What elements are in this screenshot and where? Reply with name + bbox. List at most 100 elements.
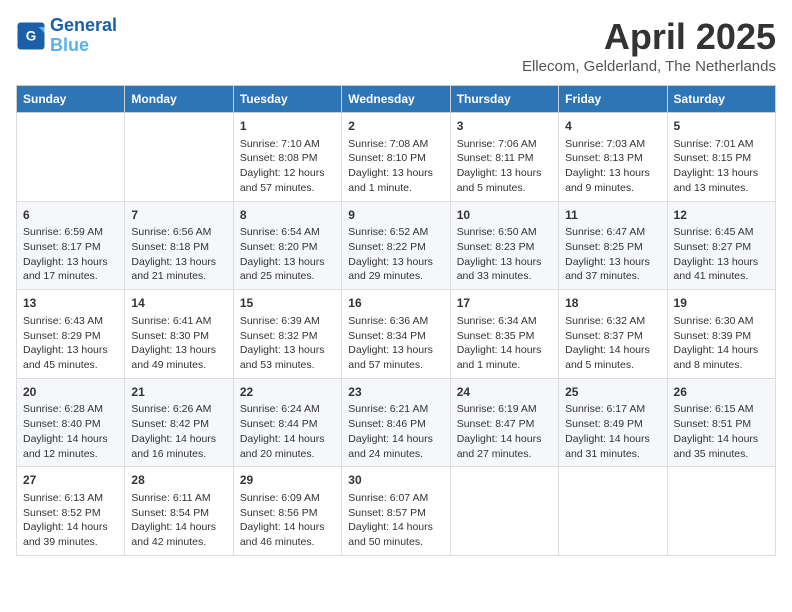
day-number: 14 xyxy=(131,295,226,312)
day-info: Sunrise: 7:01 AM Sunset: 8:15 PM Dayligh… xyxy=(674,137,769,196)
weekday-header-cell: Friday xyxy=(559,86,667,113)
day-number: 2 xyxy=(348,118,443,135)
logo-text: GeneralBlue xyxy=(50,16,117,56)
day-number: 4 xyxy=(565,118,660,135)
day-number: 24 xyxy=(457,384,552,401)
calendar-day-cell: 14 Sunrise: 6:41 AM Sunset: 8:30 PM Dayli… xyxy=(125,290,233,379)
day-number: 17 xyxy=(457,295,552,312)
day-number: 9 xyxy=(348,207,443,224)
day-number: 21 xyxy=(131,384,226,401)
day-number: 15 xyxy=(240,295,335,312)
calendar-day-cell xyxy=(17,113,125,202)
day-number: 22 xyxy=(240,384,335,401)
calendar-day-cell: 5 Sunrise: 7:01 AM Sunset: 8:15 PM Daylig… xyxy=(667,113,775,202)
day-number: 26 xyxy=(674,384,769,401)
day-number: 30 xyxy=(348,472,443,489)
weekday-header-cell: Sunday xyxy=(17,86,125,113)
day-number: 28 xyxy=(131,472,226,489)
calendar-body: 1 Sunrise: 7:10 AM Sunset: 8:08 PM Daylig… xyxy=(17,113,776,556)
calendar-day-cell: 23Sunrise: 6:21 AM Sunset: 8:46 PM Dayli… xyxy=(342,378,450,467)
day-number: 6 xyxy=(23,207,118,224)
weekday-header-cell: Wednesday xyxy=(342,86,450,113)
day-info: Sunrise: 6:13 AM Sunset: 8:52 PM Dayligh… xyxy=(23,491,118,550)
day-info: Sunrise: 6:07 AM Sunset: 8:57 PM Dayligh… xyxy=(348,491,443,550)
weekday-header-cell: Monday xyxy=(125,86,233,113)
calendar-day-cell: 6Sunrise: 6:59 AM Sunset: 8:17 PM Daylig… xyxy=(17,201,125,290)
calendar-day-cell: 27 Sunrise: 6:13 AM Sunset: 8:52 PM Dayli… xyxy=(17,467,125,556)
day-info: Sunrise: 7:10 AM Sunset: 8:08 PM Dayligh… xyxy=(240,137,335,196)
calendar-table: SundayMondayTuesdayWednesdayThursdayFrid… xyxy=(16,85,776,556)
calendar-day-cell: 29Sunrise: 6:09 AM Sunset: 8:56 PM Dayli… xyxy=(233,467,341,556)
calendar-week-row: 1 Sunrise: 7:10 AM Sunset: 8:08 PM Daylig… xyxy=(17,113,776,202)
day-number: 19 xyxy=(674,295,769,312)
calendar-day-cell: 26Sunrise: 6:15 AM Sunset: 8:51 PM Dayli… xyxy=(667,378,775,467)
day-info: Sunrise: 6:43 AM Sunset: 8:29 PM Dayligh… xyxy=(23,314,118,373)
calendar-day-cell: 2 Sunrise: 7:08 AM Sunset: 8:10 PM Daylig… xyxy=(342,113,450,202)
day-info: Sunrise: 6:32 AM Sunset: 8:37 PM Dayligh… xyxy=(565,314,660,373)
day-number: 13 xyxy=(23,295,118,312)
day-info: Sunrise: 6:17 AM Sunset: 8:49 PM Dayligh… xyxy=(565,402,660,461)
day-number: 7 xyxy=(131,207,226,224)
calendar-day-cell xyxy=(559,467,667,556)
day-info: Sunrise: 6:39 AM Sunset: 8:32 PM Dayligh… xyxy=(240,314,335,373)
day-number: 8 xyxy=(240,207,335,224)
day-number: 23 xyxy=(348,384,443,401)
day-info: Sunrise: 6:36 AM Sunset: 8:34 PM Dayligh… xyxy=(348,314,443,373)
calendar-day-cell: 22Sunrise: 6:24 AM Sunset: 8:44 PM Dayli… xyxy=(233,378,341,467)
day-info: Sunrise: 6:45 AM Sunset: 8:27 PM Dayligh… xyxy=(674,225,769,284)
calendar-day-cell: 15 Sunrise: 6:39 AM Sunset: 8:32 PM Dayli… xyxy=(233,290,341,379)
calendar-day-cell: 25Sunrise: 6:17 AM Sunset: 8:49 PM Dayli… xyxy=(559,378,667,467)
calendar-day-cell xyxy=(125,113,233,202)
day-number: 27 xyxy=(23,472,118,489)
calendar-day-cell: 9Sunrise: 6:52 AM Sunset: 8:22 PM Daylig… xyxy=(342,201,450,290)
calendar-day-cell: 13 Sunrise: 6:43 AM Sunset: 8:29 PM Dayli… xyxy=(17,290,125,379)
day-number: 25 xyxy=(565,384,660,401)
day-info: Sunrise: 6:09 AM Sunset: 8:56 PM Dayligh… xyxy=(240,491,335,550)
calendar-day-cell: 10Sunrise: 6:50 AM Sunset: 8:23 PM Dayli… xyxy=(450,201,558,290)
title-block: April 2025 Ellecom, Gelderland, The Neth… xyxy=(522,16,776,75)
calendar-title: April 2025 xyxy=(522,16,776,58)
day-number: 10 xyxy=(457,207,552,224)
calendar-week-row: 20Sunrise: 6:28 AM Sunset: 8:40 PM Dayli… xyxy=(17,378,776,467)
calendar-location: Ellecom, Gelderland, The Netherlands xyxy=(522,58,776,75)
calendar-day-cell: 21Sunrise: 6:26 AM Sunset: 8:42 PM Dayli… xyxy=(125,378,233,467)
day-info: Sunrise: 7:03 AM Sunset: 8:13 PM Dayligh… xyxy=(565,137,660,196)
day-info: Sunrise: 7:06 AM Sunset: 8:11 PM Dayligh… xyxy=(457,137,552,196)
calendar-day-cell: 1 Sunrise: 7:10 AM Sunset: 8:08 PM Daylig… xyxy=(233,113,341,202)
day-info: Sunrise: 6:19 AM Sunset: 8:47 PM Dayligh… xyxy=(457,402,552,461)
calendar-day-cell: 8Sunrise: 6:54 AM Sunset: 8:20 PM Daylig… xyxy=(233,201,341,290)
calendar-day-cell: 12Sunrise: 6:45 AM Sunset: 8:27 PM Dayli… xyxy=(667,201,775,290)
day-number: 20 xyxy=(23,384,118,401)
day-info: Sunrise: 6:41 AM Sunset: 8:30 PM Dayligh… xyxy=(131,314,226,373)
day-number: 11 xyxy=(565,207,660,224)
calendar-day-cell: 28 Sunrise: 6:11 AM Sunset: 8:54 PM Dayli… xyxy=(125,467,233,556)
calendar-day-cell xyxy=(450,467,558,556)
calendar-day-cell: 19Sunrise: 6:30 AM Sunset: 8:39 PM Dayli… xyxy=(667,290,775,379)
calendar-day-cell xyxy=(667,467,775,556)
weekday-header-row: SundayMondayTuesdayWednesdayThursdayFrid… xyxy=(17,86,776,113)
day-info: Sunrise: 6:24 AM Sunset: 8:44 PM Dayligh… xyxy=(240,402,335,461)
day-info: Sunrise: 6:34 AM Sunset: 8:35 PM Dayligh… xyxy=(457,314,552,373)
day-info: Sunrise: 6:54 AM Sunset: 8:20 PM Dayligh… xyxy=(240,225,335,284)
calendar-day-cell: 17 Sunrise: 6:34 AM Sunset: 8:35 PM Dayli… xyxy=(450,290,558,379)
calendar-day-cell: 11Sunrise: 6:47 AM Sunset: 8:25 PM Dayli… xyxy=(559,201,667,290)
day-info: Sunrise: 7:08 AM Sunset: 8:10 PM Dayligh… xyxy=(348,137,443,196)
calendar-day-cell: 7Sunrise: 6:56 AM Sunset: 8:18 PM Daylig… xyxy=(125,201,233,290)
day-number: 12 xyxy=(674,207,769,224)
day-info: Sunrise: 6:26 AM Sunset: 8:42 PM Dayligh… xyxy=(131,402,226,461)
svg-text:G: G xyxy=(26,28,37,43)
day-number: 5 xyxy=(674,118,769,135)
calendar-day-cell: 16 Sunrise: 6:36 AM Sunset: 8:34 PM Dayli… xyxy=(342,290,450,379)
day-info: Sunrise: 6:11 AM Sunset: 8:54 PM Dayligh… xyxy=(131,491,226,550)
day-info: Sunrise: 6:47 AM Sunset: 8:25 PM Dayligh… xyxy=(565,225,660,284)
day-number: 16 xyxy=(348,295,443,312)
day-info: Sunrise: 6:15 AM Sunset: 8:51 PM Dayligh… xyxy=(674,402,769,461)
day-info: Sunrise: 6:50 AM Sunset: 8:23 PM Dayligh… xyxy=(457,225,552,284)
day-info: Sunrise: 6:21 AM Sunset: 8:46 PM Dayligh… xyxy=(348,402,443,461)
calendar-day-cell: 3Sunrise: 7:06 AM Sunset: 8:11 PM Daylig… xyxy=(450,113,558,202)
calendar-day-cell: 24Sunrise: 6:19 AM Sunset: 8:47 PM Dayli… xyxy=(450,378,558,467)
weekday-header-cell: Thursday xyxy=(450,86,558,113)
day-info: Sunrise: 6:52 AM Sunset: 8:22 PM Dayligh… xyxy=(348,225,443,284)
calendar-week-row: 6Sunrise: 6:59 AM Sunset: 8:17 PM Daylig… xyxy=(17,201,776,290)
day-number: 1 xyxy=(240,118,335,135)
